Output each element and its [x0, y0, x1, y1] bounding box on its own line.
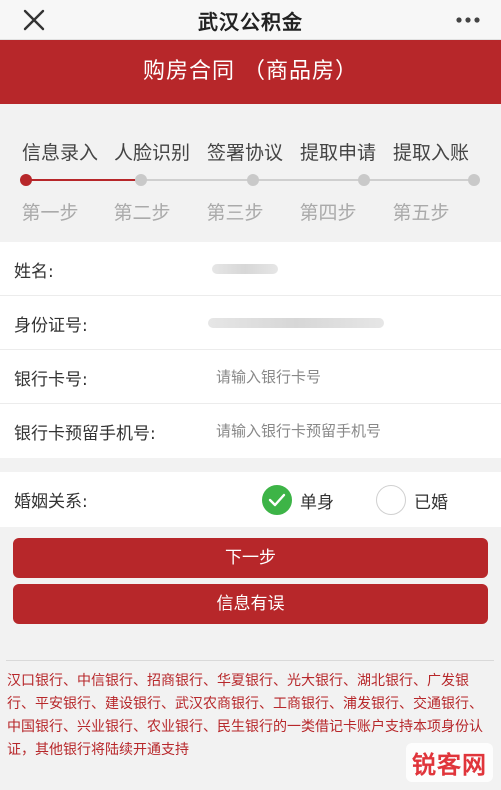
step-label-3: 签署协议: [206, 142, 283, 164]
info-form: 姓名: 身份证号: 银行卡号: 银行卡预留手机号:: [0, 242, 501, 458]
radio-married[interactable]: 已婚: [376, 484, 448, 516]
form-row-name: 姓名:: [0, 242, 501, 296]
radio-single[interactable]: 单身: [262, 484, 334, 516]
step-dot-2: [135, 174, 147, 186]
id-value-redacted: [208, 318, 384, 328]
progress-steps: 信息录入 人脸识别 签署协议 提取申请 提取入账 第一步 第二步 第三步 第四步…: [0, 104, 501, 240]
step-sub-1: 第一步: [21, 202, 79, 224]
card-label: 银行卡号:: [14, 370, 88, 390]
phone-input[interactable]: [216, 418, 486, 444]
step-label-1: 信息录入: [21, 142, 98, 164]
radio-married-label: 已婚: [414, 492, 448, 513]
name-value-redacted: [212, 264, 278, 274]
check-icon: [262, 485, 292, 515]
form-row-id: 身份证号:: [0, 296, 501, 350]
step-dot-4: [358, 174, 370, 186]
step-sub-3: 第三步: [206, 202, 264, 224]
info-error-button[interactable]: 信息有误: [13, 584, 488, 624]
bank-card-input[interactable]: [216, 364, 486, 390]
next-step-button[interactable]: 下一步: [13, 538, 488, 578]
step-label-5: 提取入账: [392, 142, 469, 164]
more-dots-icon[interactable]: [453, 8, 483, 32]
divider: [6, 660, 494, 661]
step-label-2: 人脸识别: [113, 142, 190, 164]
marital-row: 婚姻关系: 单身 已婚: [0, 472, 501, 527]
radio-empty-icon: [376, 485, 406, 515]
watermark-text: 锐客网: [412, 751, 487, 779]
radio-single-label: 单身: [300, 492, 334, 513]
top-bar: 武汉公积金: [0, 0, 501, 40]
step-label-4: 提取申请: [299, 142, 376, 164]
step-sub-4: 第四步: [299, 202, 357, 224]
form-row-card: 银行卡号:: [0, 350, 501, 404]
step-dot-5: [468, 174, 480, 186]
name-label: 姓名:: [14, 262, 54, 282]
step-sub-5: 第五步: [392, 202, 450, 224]
step-dot-3: [247, 174, 259, 186]
page-banner: 购房合同 （商品房）: [0, 40, 501, 104]
step-dot-1: [20, 174, 32, 186]
step-sub-2: 第二步: [113, 202, 171, 224]
watermark: 锐客网: [406, 743, 493, 782]
page-title: 购房合同 （商品房）: [143, 59, 358, 84]
form-row-phone: 银行卡预留手机号:: [0, 404, 501, 458]
marital-label: 婚姻关系:: [14, 492, 88, 512]
phone-label: 银行卡预留手机号:: [14, 424, 156, 444]
app-title: 武汉公积金: [198, 10, 303, 34]
step-track-active: [26, 179, 140, 181]
id-label: 身份证号:: [14, 316, 88, 336]
